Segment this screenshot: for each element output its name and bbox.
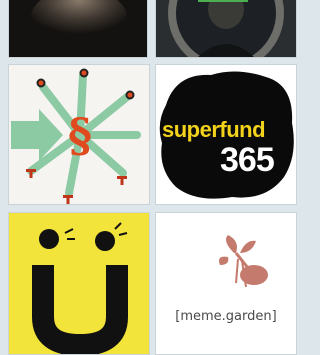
meme-garden-logo-tile[interactable]: [meme.garden]	[155, 212, 297, 355]
meme-garden-caption: [meme.garden]	[175, 309, 277, 324]
superfund-text: superfund	[162, 117, 266, 142]
superfund-logo-tile[interactable]: superfund 365	[155, 64, 297, 205]
meme-garden-plant-icon	[219, 235, 268, 288]
u-umlaut-image	[9, 213, 149, 354]
photo-image	[9, 0, 147, 57]
u-umlaut-logo-tile[interactable]	[8, 212, 150, 355]
photo-image	[156, 0, 296, 57]
paragraph-logo-tile[interactable]: §	[8, 64, 150, 205]
superfund-365-text: 365	[220, 141, 275, 179]
photo-tile-hand[interactable]	[8, 0, 148, 58]
photo-tile-portrait[interactable]	[155, 0, 297, 58]
paragraph-logo-image: §	[11, 68, 141, 204]
svg-text:§: §	[68, 108, 92, 162]
